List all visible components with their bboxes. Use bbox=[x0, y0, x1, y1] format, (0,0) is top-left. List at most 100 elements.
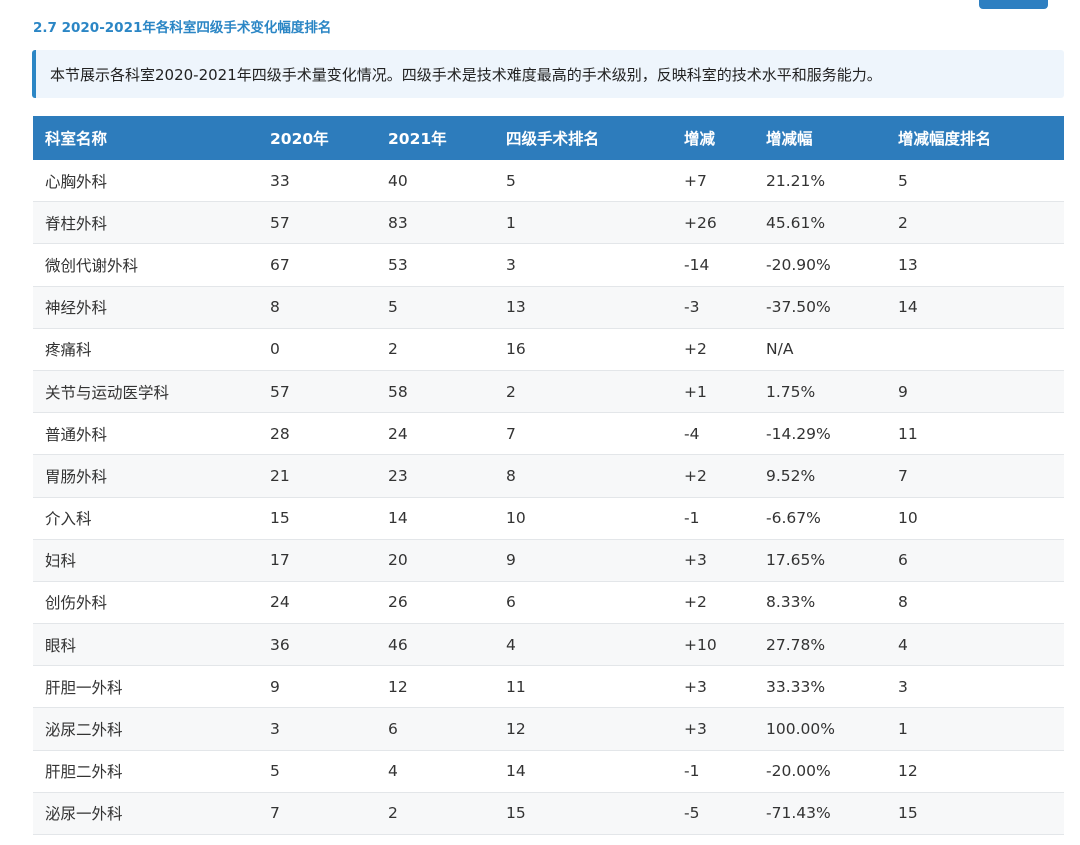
count-2021-cell: 24 bbox=[376, 412, 494, 456]
table-row: 神经外科 8 5 13 -3 -37.50% 14 bbox=[33, 286, 1064, 329]
change-cell: +3 bbox=[672, 707, 754, 751]
change-rate-cell: 9.52% bbox=[754, 454, 886, 498]
level4-rank-cell: 3 bbox=[494, 243, 672, 287]
change-rate-cell: -14.29% bbox=[754, 412, 886, 456]
count-2021-cell: 26 bbox=[376, 581, 494, 625]
count-2020-cell: 9 bbox=[258, 665, 376, 709]
level4-rank-cell: 6 bbox=[494, 581, 672, 625]
change-rate-rank-cell: 10 bbox=[886, 497, 1064, 540]
count-2021-cell: 83 bbox=[376, 201, 494, 245]
department-cell: 心胸外科 bbox=[33, 160, 258, 203]
count-2020-cell: 57 bbox=[258, 201, 376, 245]
column-header-department[interactable]: 科室名称 bbox=[33, 116, 258, 160]
column-header-2020[interactable]: 2020年 bbox=[258, 116, 376, 160]
change-rate-rank-cell bbox=[886, 328, 1064, 371]
change-cell: +7 bbox=[672, 160, 754, 203]
department-cell: 微创代谢外科 bbox=[33, 243, 258, 287]
section-title: 2.7 2020-2021年各科室四级手术变化幅度排名 bbox=[33, 20, 332, 36]
change-cell: +26 bbox=[672, 201, 754, 245]
count-2020-cell: 3 bbox=[258, 707, 376, 751]
level4-rank-cell: 4 bbox=[494, 623, 672, 667]
level4-rank-cell: 5 bbox=[494, 160, 672, 203]
change-cell: -14 bbox=[672, 243, 754, 287]
table-row: 介入科 15 14 10 -1 -6.67% 10 bbox=[33, 497, 1064, 540]
change-rate-rank-cell: 3 bbox=[886, 665, 1064, 709]
change-rate-cell: -71.43% bbox=[754, 792, 886, 836]
table-row: 泌尿二外科 3 6 12 +3 100.00% 1 bbox=[33, 707, 1064, 751]
count-2021-cell: 2 bbox=[376, 792, 494, 836]
table-row: 眼科 36 46 4 +10 27.78% 4 bbox=[33, 623, 1064, 667]
table-row: 妇科 17 20 9 +3 17.65% 6 bbox=[33, 539, 1064, 582]
level4-rank-cell: 16 bbox=[494, 328, 672, 371]
change-rate-rank-cell: 9 bbox=[886, 370, 1064, 414]
section-note-text: 本节展示各科室2020-2021年四级手术量变化情况。四级手术是技术难度最高的手… bbox=[50, 65, 882, 84]
change-rate-cell: -20.90% bbox=[754, 243, 886, 287]
change-rate-rank-cell: 14 bbox=[886, 286, 1064, 329]
level4-rank-cell: 14 bbox=[494, 750, 672, 793]
change-rate-rank-cell: 6 bbox=[886, 539, 1064, 582]
department-cell: 介入科 bbox=[33, 497, 258, 540]
change-rate-rank-cell: 7 bbox=[886, 454, 1064, 498]
table-row: 脊柱外科 57 83 1 +26 45.61% 2 bbox=[33, 201, 1064, 245]
change-rate-rank-cell: 15 bbox=[886, 792, 1064, 836]
count-2021-cell: 53 bbox=[376, 243, 494, 287]
table-row: 微创代谢外科 67 53 3 -14 -20.90% 13 bbox=[33, 243, 1064, 287]
count-2020-cell: 24 bbox=[258, 581, 376, 625]
department-cell: 妇科 bbox=[33, 539, 258, 582]
change-rate-cell: -6.67% bbox=[754, 497, 886, 540]
change-rate-rank-cell: 1 bbox=[886, 707, 1064, 751]
column-header-level4-rank[interactable]: 四级手术排名 bbox=[494, 116, 672, 160]
change-cell: +1 bbox=[672, 370, 754, 414]
change-cell: -5 bbox=[672, 792, 754, 836]
change-rate-rank-cell: 12 bbox=[886, 750, 1064, 793]
column-header-2021[interactable]: 2021年 bbox=[376, 116, 494, 160]
table-row: 肝胆二外科 5 4 14 -1 -20.00% 12 bbox=[33, 750, 1064, 793]
table-row: 疼痛科 0 2 16 +2 N/A bbox=[33, 328, 1064, 371]
department-cell: 肝胆一外科 bbox=[33, 665, 258, 709]
level4-rank-cell: 15 bbox=[494, 792, 672, 836]
department-cell: 眼科 bbox=[33, 623, 258, 667]
change-rate-rank-cell: 5 bbox=[886, 160, 1064, 203]
column-header-change[interactable]: 增减 bbox=[672, 116, 754, 160]
change-rate-cell: 8.33% bbox=[754, 581, 886, 625]
department-cell: 胃肠外科 bbox=[33, 454, 258, 498]
count-2021-cell: 23 bbox=[376, 454, 494, 498]
table-row: 普通外科 28 24 7 -4 -14.29% 11 bbox=[33, 412, 1064, 456]
count-2020-cell: 57 bbox=[258, 370, 376, 414]
change-cell: +3 bbox=[672, 665, 754, 709]
change-rate-rank-cell: 11 bbox=[886, 412, 1064, 456]
change-cell: +2 bbox=[672, 454, 754, 498]
change-cell: -4 bbox=[672, 412, 754, 456]
change-rate-cell: 27.78% bbox=[754, 623, 886, 667]
count-2021-cell: 40 bbox=[376, 160, 494, 203]
department-cell: 肝胆二外科 bbox=[33, 750, 258, 793]
count-2021-cell: 14 bbox=[376, 497, 494, 540]
change-cell: +2 bbox=[672, 581, 754, 625]
column-header-change-rate-rank[interactable]: 增减幅度排名 bbox=[886, 116, 1064, 160]
change-rate-cell: 17.65% bbox=[754, 539, 886, 582]
change-rate-cell: -37.50% bbox=[754, 286, 886, 329]
count-2021-cell: 2 bbox=[376, 328, 494, 371]
level4-rank-cell: 8 bbox=[494, 454, 672, 498]
change-cell: +3 bbox=[672, 539, 754, 582]
department-cell: 脊柱外科 bbox=[33, 201, 258, 245]
count-2021-cell: 58 bbox=[376, 370, 494, 414]
change-rate-cell: 21.21% bbox=[754, 160, 886, 203]
count-2021-cell: 4 bbox=[376, 750, 494, 793]
change-rate-cell: 1.75% bbox=[754, 370, 886, 414]
table-body: 心胸外科 33 40 5 +7 21.21% 5 脊柱外科 57 83 1 +26 45.61% 2 微创代… bbox=[33, 160, 1064, 836]
column-header-change-rate[interactable]: 增减幅 bbox=[754, 116, 886, 160]
table-row: 关节与运动医学科 57 58 2 +1 1.75% 9 bbox=[33, 370, 1064, 414]
level4-rank-cell: 12 bbox=[494, 707, 672, 751]
top-action-button[interactable] bbox=[979, 0, 1048, 9]
table-row: 泌尿一外科 7 2 15 -5 -71.43% 15 bbox=[33, 792, 1064, 836]
count-2021-cell: 6 bbox=[376, 707, 494, 751]
count-2020-cell: 0 bbox=[258, 328, 376, 371]
change-rate-cell: 45.61% bbox=[754, 201, 886, 245]
count-2020-cell: 36 bbox=[258, 623, 376, 667]
table-row: 肝胆一外科 9 12 11 +3 33.33% 3 bbox=[33, 665, 1064, 709]
change-rate-cell: 100.00% bbox=[754, 707, 886, 751]
department-cell: 泌尿二外科 bbox=[33, 707, 258, 751]
count-2021-cell: 5 bbox=[376, 286, 494, 329]
change-rate-cell: 33.33% bbox=[754, 665, 886, 709]
